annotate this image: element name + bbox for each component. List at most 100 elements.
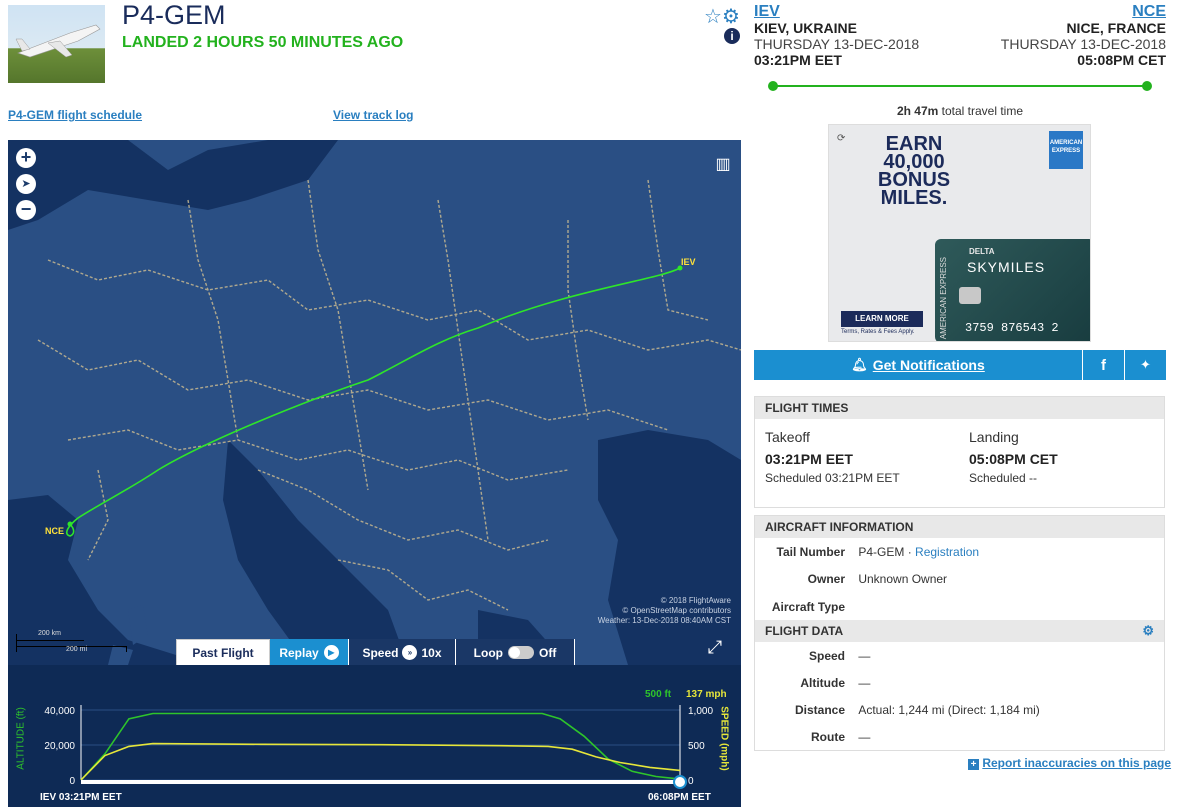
zoom-out-icon[interactable]: −: [16, 200, 36, 220]
card-number: 3759 876543 2: [965, 321, 1059, 335]
progress-line: [772, 85, 1148, 87]
route-row: Route —: [755, 730, 870, 744]
landing-scheduled: Scheduled --: [969, 471, 1038, 485]
altitude-value: —: [858, 676, 871, 690]
timeline-handle: [673, 775, 687, 789]
speed-series-line: [80, 742, 681, 781]
owner-row: Owner Unknown Owner: [755, 572, 947, 586]
takeoff-block: Takeoff 03:21PM EET Scheduled 03:21PM EE…: [765, 429, 900, 485]
route-value: —: [858, 730, 871, 744]
facebook-icon[interactable]: f: [1082, 350, 1124, 380]
distance-value: Actual: 1,244 mi (Direct: 1,184 mi): [858, 703, 1040, 717]
altitude-axis-title: ALTITUDE (ft): [15, 707, 27, 770]
aircraft-type-row: Aircraft Type: [755, 600, 845, 614]
current-altitude: 500 ft: [645, 689, 672, 700]
takeoff-time: 03:21PM EET: [765, 451, 853, 467]
speed-value: —: [858, 649, 871, 663]
card-issuer: AMERICAN EXPRESS: [939, 257, 948, 340]
destination-marker: [67, 521, 73, 527]
owner-value: Unknown Owner: [858, 572, 948, 586]
map-canvas: [8, 140, 741, 665]
altitude-tick-label: 20,000: [44, 741, 75, 752]
get-notifications-label: Get Notifications: [872, 357, 985, 373]
flight-schedule-link[interactable]: P4-GEM flight schedule: [8, 108, 142, 122]
destination-airport: NCE NICE, FRANCE THURSDAY 13-DEC-2018 05…: [1000, 4, 1166, 69]
zoom-in-icon[interactable]: +: [16, 148, 36, 168]
speed-value: 10x: [421, 645, 442, 660]
plus-icon: +: [968, 759, 979, 770]
origin-city: KIEV, UKRAINE: [754, 20, 857, 36]
advertisement[interactable]: ⟳ EARN 40,000 BONUS MILES. AMERICAN EXPRE…: [828, 124, 1091, 342]
report-inaccuracies-label: Report inaccuracies on this page: [982, 756, 1172, 770]
ad-info-icon[interactable]: ⟳: [837, 133, 845, 144]
chart-start-label: IEV 03:21PM EET: [40, 792, 122, 803]
credit-card-image: DELTA SKYMILES AMERICAN EXPRESS 3759 876…: [935, 239, 1090, 341]
destination-time: 05:08PM CET: [1077, 52, 1166, 68]
registration-link[interactable]: Registration: [915, 545, 979, 559]
info-icon[interactable]: i: [724, 28, 740, 44]
loop-value: Off: [539, 645, 557, 660]
landing-time: 05:08PM CET: [969, 451, 1058, 467]
replay-button[interactable]: Replay ▶: [270, 639, 349, 666]
speed-label: Speed: [362, 645, 399, 660]
speed-row: Speed —: [755, 649, 870, 663]
aircraft-photo: [8, 5, 105, 83]
map-label-origin: IEV: [681, 257, 696, 267]
speed-axis-title-box: SPEED (mph): [717, 695, 731, 785]
fullscreen-icon[interactable]: ⤢: [704, 636, 726, 658]
destination-code[interactable]: NCE: [1001, 4, 1166, 20]
tail-number-value: P4-GEM: [858, 545, 905, 559]
card-name: SKYMILES: [967, 259, 1046, 275]
black-sea: [598, 430, 741, 665]
flight-map[interactable]: IEV NCE + ➤ − ▥ © 2018 FlightAware © Ope…: [8, 140, 741, 665]
takeoff-scheduled: Scheduled 03:21PM EET: [765, 471, 900, 485]
flight-data-settings-icon[interactable]: ⚙: [1142, 620, 1154, 642]
flight-times-panel: FLIGHT TIMES Takeoff 03:21PM EET Schedul…: [754, 396, 1165, 508]
speed-axis-title: SPEED (mph): [718, 706, 730, 771]
star-icon[interactable]: ☆: [704, 4, 722, 29]
twitter-icon[interactable]: ✦: [1124, 350, 1166, 380]
loop-toggle[interactable]: Loop Off: [456, 639, 575, 666]
flight-status: LANDED 2 HOURS 50 MINUTES AGO: [122, 34, 404, 51]
speed-tick-label: 1,000: [688, 706, 713, 717]
flight-data-header: FLIGHT DATA ⚙: [755, 620, 1164, 642]
gear-icon[interactable]: ⚙: [722, 4, 740, 29]
aircraft-info-header: AIRCRAFT INFORMATION: [755, 516, 1164, 538]
speed-button[interactable]: Speed » 10x: [349, 639, 456, 666]
ad-learn-more-button[interactable]: LEARN MORE: [841, 311, 923, 327]
card-chip-icon: [959, 287, 981, 304]
track-log-link[interactable]: View track log: [333, 108, 413, 122]
flight-data-title: FLIGHT DATA: [765, 624, 844, 638]
owner-label: Owner: [807, 572, 845, 586]
past-flight-label: Past Flight: [192, 645, 254, 660]
layers-icon[interactable]: ▥: [714, 154, 732, 174]
origin-date: THURSDAY 13-DEC-2018: [754, 36, 920, 52]
destination-dot: [1142, 81, 1152, 91]
flight-times-header: FLIGHT TIMES: [755, 397, 1164, 419]
report-inaccuracies-link[interactable]: + Report inaccuracies on this page: [968, 756, 1171, 770]
tail-number-label: Tail Number: [776, 545, 845, 559]
speed-tick-label: 0: [688, 776, 694, 787]
playback-controls: Past Flight Replay ▶ Speed » 10x Loop Of…: [176, 639, 575, 666]
landing-block: Landing 05:08PM CET Scheduled --: [969, 429, 1058, 485]
bell-icon: 🔔︎: [851, 357, 868, 372]
compass-icon[interactable]: ➤: [16, 174, 36, 194]
progress-track: [768, 80, 1152, 92]
ad-fine-print[interactable]: Terms, Rates & Fees Apply.: [841, 329, 915, 335]
card-brand: DELTA: [969, 247, 995, 256]
osm-attribution[interactable]: © OpenStreetMap contributors: [598, 606, 731, 616]
chart-end-label: 06:08PM EET: [648, 792, 711, 803]
current-speed: 137 mph: [686, 689, 727, 700]
altitude-series-line: [80, 712, 681, 781]
map-label-destination: NCE: [45, 526, 65, 536]
scale-km: 200 km: [38, 630, 61, 637]
travel-suffix: total travel time: [941, 104, 1024, 118]
origin-code[interactable]: IEV: [754, 4, 919, 20]
altitude-tick-label: 40,000: [44, 706, 75, 717]
distance-label: Distance: [794, 703, 845, 717]
aircraft-type-label: Aircraft Type: [771, 600, 845, 614]
travel-duration: 2h 47m: [896, 104, 939, 118]
get-notifications-button[interactable]: 🔔︎ Get Notifications: [754, 350, 1082, 380]
destination-date: THURSDAY 13-DEC-2018: [1000, 36, 1166, 52]
past-flight-tab[interactable]: Past Flight: [176, 639, 270, 666]
